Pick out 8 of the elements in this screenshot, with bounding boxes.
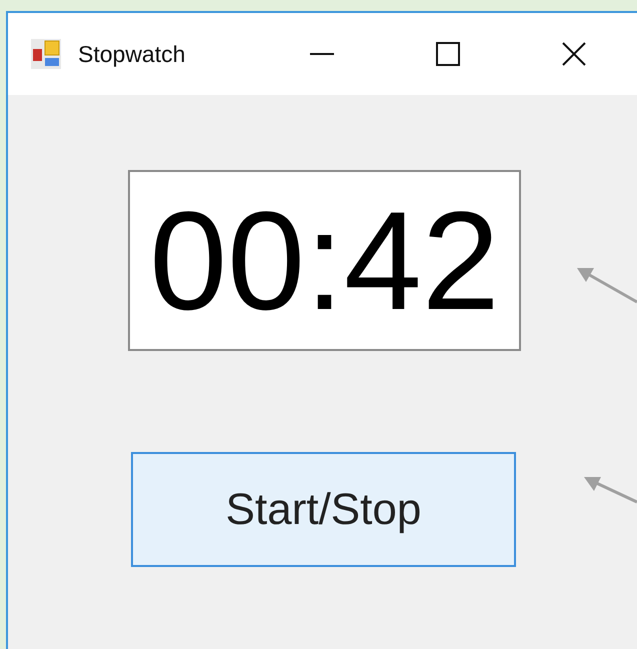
callout-arrow (584, 477, 637, 504)
timer-display: 00:42 (128, 170, 521, 351)
window-title: Stopwatch (78, 40, 186, 68)
close-icon[interactable] (561, 41, 587, 67)
maximize-icon[interactable] (435, 41, 461, 67)
start-stop-button[interactable]: Start/Stop (131, 452, 516, 567)
app-icon (30, 38, 62, 70)
callout-arrow (577, 268, 637, 304)
